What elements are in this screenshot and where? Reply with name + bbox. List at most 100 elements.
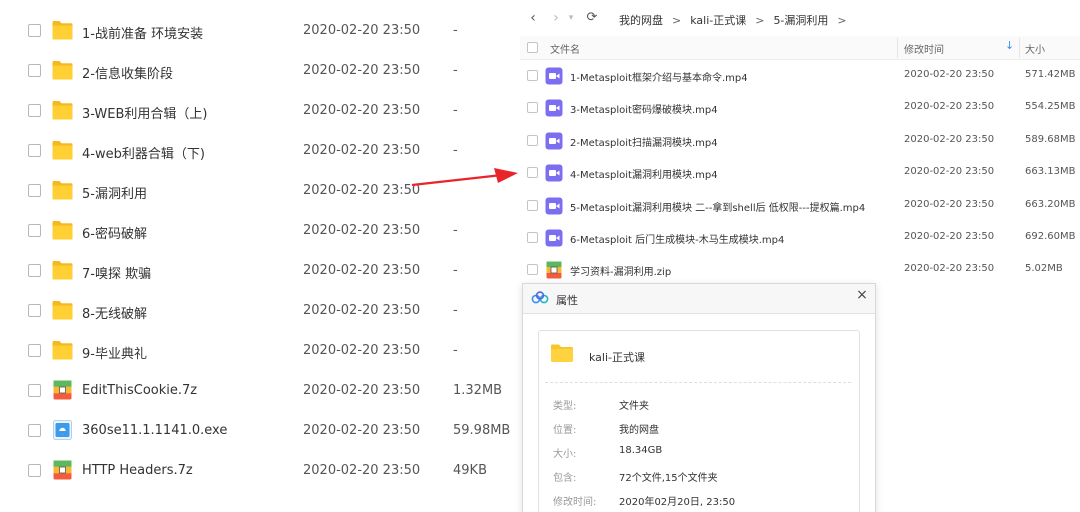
file-name[interactable]: 学习资料-漏洞利用.zip	[570, 263, 671, 278]
property-label: 包含:	[553, 473, 577, 484]
row-checkbox[interactable]	[527, 264, 538, 276]
row-checkbox[interactable]	[527, 167, 538, 179]
file-name[interactable]: 4-Metasploit漏洞利用模块.mp4	[570, 166, 718, 181]
file-name[interactable]: 2-信息收集阶段	[82, 63, 173, 82]
row-checkbox[interactable]	[28, 64, 41, 77]
file-name[interactable]: HTTP Headers.7z	[82, 463, 193, 478]
list-item[interactable]: 2-信息收集阶段 2020-02-20 23:50 -	[0, 51, 515, 91]
file-name[interactable]: EditThisCookie.7z	[82, 383, 197, 398]
video-icon	[545, 164, 563, 182]
file-date: 2020-02-20 23:50	[303, 183, 421, 198]
file-date: 2020-02-20 23:50	[303, 63, 421, 78]
file-date: 2020-02-20 23:50	[303, 23, 421, 38]
list-item[interactable]: 2-Metasploit扫描漏洞模块.mp4 2020-02-20 23:50 58…	[520, 125, 1080, 157]
file-date: 2020-02-20 23:50	[303, 143, 421, 158]
list-item[interactable]: 6-密码破解 2020-02-20 23:50 -	[0, 211, 515, 251]
dialog-title-bar[interactable]: 属性 ×	[523, 284, 875, 314]
list-item[interactable]: 7-嗅探 欺骗 2020-02-20 23:50 -	[0, 251, 515, 291]
row-checkbox[interactable]	[28, 464, 41, 477]
baidu-cloud-logo-icon	[531, 291, 549, 304]
list-item[interactable]: 1-战前准备 环境安装 2020-02-20 23:50 -	[0, 11, 515, 51]
row-checkbox[interactable]	[28, 224, 41, 237]
row-checkbox[interactable]	[28, 24, 41, 37]
row-checkbox[interactable]	[28, 104, 41, 117]
file-name[interactable]: 3-Metasploit密码爆破模块.mp4	[570, 101, 718, 116]
breadcrumb-item[interactable]: kali-正式课	[690, 14, 746, 27]
file-name[interactable]: 2-Metasploit扫描漏洞模块.mp4	[570, 134, 718, 149]
file-date: 2020-02-20 23:50	[904, 198, 995, 210]
file-name[interactable]: 5-Metasploit漏洞利用模块 二--拿到shell后 低权限---提权篇…	[570, 199, 865, 214]
file-size: 59.98MB	[453, 423, 511, 438]
file-size: -	[453, 263, 458, 278]
folder-icon	[52, 100, 73, 120]
exe-icon	[52, 420, 73, 440]
row-checkbox[interactable]	[527, 199, 538, 211]
file-name[interactable]: 3-WEB利用合辑（上)	[82, 103, 208, 122]
file-name[interactable]: 360se11.1.1141.0.exe	[82, 423, 227, 438]
file-size: -	[453, 63, 458, 78]
sort-down-icon[interactable]: ↓	[1005, 39, 1014, 52]
property-row: 修改时间: 2020年02月20日, 23:50	[539, 493, 859, 509]
file-name[interactable]: 6-密码破解	[82, 223, 147, 242]
file-name[interactable]: 6-Metasploit 后门生成模块-木马生成模块.mp4	[570, 231, 784, 246]
column-size-header[interactable]: 大小	[1025, 41, 1045, 56]
row-checkbox[interactable]	[527, 70, 538, 81]
list-item[interactable]: 学习资料-漏洞利用.zip 2020-02-20 23:50 5.02MB	[520, 254, 1080, 286]
property-label: 修改时间:	[553, 497, 597, 508]
navigation-bar: ‹ › ▾ ⟳ 我的网盘 > kali-正式课 >5-漏洞利用 >	[520, 0, 1080, 36]
breadcrumb-item[interactable]: 我的网盘	[619, 14, 663, 27]
select-all-checkbox[interactable]	[527, 42, 538, 53]
refresh-icon[interactable]: ⟳	[585, 10, 599, 26]
file-name[interactable]: 1-战前准备 环境安装	[82, 23, 203, 42]
row-checkbox[interactable]	[28, 144, 41, 157]
row-checkbox[interactable]	[527, 232, 538, 243]
list-item[interactable]: 5-Metasploit漏洞利用模块 二--拿到shell后 低权限---提权篇…	[520, 190, 1080, 222]
row-checkbox[interactable]	[527, 102, 538, 114]
file-name[interactable]: 7-嗅探 欺骗	[82, 263, 151, 282]
file-size: 49KB	[453, 463, 487, 478]
file-date: 2020-02-20 23:50	[904, 133, 995, 145]
list-item[interactable]: 4-Metasploit漏洞利用模块.mp4 2020-02-20 23:50 66…	[520, 157, 1080, 189]
list-item[interactable]: 4-web利器合辑（下) 2020-02-20 23:50 -	[0, 131, 515, 171]
row-checkbox[interactable]	[527, 134, 538, 146]
row-checkbox[interactable]	[28, 304, 41, 317]
property-value: 文件夹	[619, 401, 649, 412]
divider	[545, 382, 851, 383]
folder-icon	[52, 20, 73, 40]
file-name[interactable]: 4-web利器合辑（下)	[82, 143, 205, 162]
row-checkbox[interactable]	[28, 264, 41, 277]
close-icon[interactable]: ×	[853, 286, 871, 304]
file-name[interactable]: 9-毕业典礼	[82, 343, 147, 362]
list-item[interactable]: EditThisCookie.7z 2020-02-20 23:50 1.32MB	[0, 371, 515, 411]
row-checkbox[interactable]	[28, 184, 41, 197]
back-icon[interactable]: ‹	[526, 10, 540, 26]
list-item[interactable]: 360se11.1.1141.0.exe 2020-02-20 23:50 59.9…	[0, 411, 515, 451]
list-item[interactable]: 6-Metasploit 后门生成模块-木马生成模块.mp4 2020-02-20…	[520, 222, 1080, 254]
property-label: 大小:	[553, 449, 577, 460]
file-name[interactable]: 8-无线破解	[82, 303, 147, 322]
row-checkbox[interactable]	[28, 424, 41, 437]
row-checkbox[interactable]	[28, 384, 41, 397]
file-date: 2020-02-20 23:50	[303, 423, 421, 438]
list-item[interactable]: 1-Metasploit框架介绍与基本命令.mp4 2020-02-20 23:5…	[520, 60, 1080, 92]
column-name-header[interactable]: 文件名	[550, 41, 580, 56]
breadcrumb-item[interactable]: 5-漏洞利用	[773, 14, 828, 27]
list-item[interactable]: 8-无线破解 2020-02-20 23:50 -	[0, 291, 515, 331]
archive-icon	[52, 380, 73, 400]
list-item[interactable]: 3-Metasploit密码爆破模块.mp4 2020-02-20 23:50 55…	[520, 92, 1080, 124]
file-name[interactable]: 5-漏洞利用	[82, 183, 147, 202]
file-date: 2020-02-20 23:50	[303, 383, 421, 398]
file-name[interactable]: 1-Metasploit框架介绍与基本命令.mp4	[570, 69, 748, 84]
list-item[interactable]: HTTP Headers.7z 2020-02-20 23:50 49KB	[0, 451, 515, 491]
chevron-down-icon[interactable]: ▾	[564, 10, 578, 26]
forward-icon[interactable]: ›	[549, 10, 563, 26]
file-date: 2020-02-20 23:50	[303, 103, 421, 118]
list-item[interactable]: 3-WEB利用合辑（上) 2020-02-20 23:50 -	[0, 91, 515, 131]
row-checkbox[interactable]	[28, 344, 41, 357]
list-item[interactable]: 9-毕业典礼 2020-02-20 23:50 -	[0, 331, 515, 371]
column-divider	[897, 38, 898, 58]
column-modified-header[interactable]: 修改时间	[904, 41, 944, 56]
red-arrow-annotation	[411, 168, 518, 187]
video-icon	[545, 197, 563, 215]
file-size: 554.25MB	[1025, 101, 1076, 113]
